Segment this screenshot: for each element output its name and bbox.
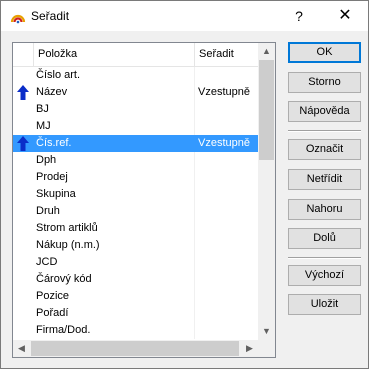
list-item[interactable]: Pozice [13, 288, 258, 305]
row-item-label: Firma/Dod. [36, 324, 91, 336]
list-item[interactable]: Firma/Dod. [13, 322, 258, 339]
header-sort-label: Seřadit [199, 48, 234, 60]
list-item[interactable]: Skupina [13, 186, 258, 203]
storno-button[interactable]: Storno [288, 72, 361, 93]
vertical-scroll-thumb[interactable] [259, 60, 274, 160]
row-item-label: Čárový kód [36, 273, 92, 285]
list-item[interactable]: Název Vzestupně [13, 84, 258, 101]
row-marker [13, 305, 33, 322]
scroll-left-icon[interactable]: ◀ [13, 340, 30, 357]
list-header: Položka Seřadit [13, 43, 258, 67]
row-item-label: Pořadí [36, 307, 69, 319]
row-marker [13, 135, 33, 152]
vertical-scrollbar[interactable]: ▲ ▼ [258, 43, 275, 340]
ulozit-button[interactable]: Uložit [288, 294, 361, 315]
help-button[interactable]: ? [276, 1, 322, 31]
row-item-label: Nákup (n.m.) [36, 239, 100, 251]
nahoru-button[interactable]: Nahoru [288, 199, 361, 220]
header-marker-column[interactable] [13, 43, 34, 66]
scroll-right-icon[interactable]: ▶ [241, 340, 258, 357]
scroll-up-icon[interactable]: ▲ [258, 43, 275, 60]
napoveda-button[interactable]: Nápověda [288, 101, 361, 122]
list-item[interactable]: Druh [13, 203, 258, 220]
app-logo-icon [10, 14, 26, 24]
list-item[interactable]: Čís.ref. Vzestupně [13, 135, 258, 152]
list-item[interactable]: Čárový kód [13, 271, 258, 288]
oznacit-button[interactable]: Označit [288, 139, 361, 160]
scrollbar-corner [258, 340, 275, 357]
list-item[interactable]: Pořadí [13, 305, 258, 322]
list-item[interactable]: Dph [13, 152, 258, 169]
list-item[interactable]: Číslo art. [13, 67, 258, 84]
horizontal-scroll-thumb[interactable] [31, 341, 239, 356]
list-item[interactable]: Nákup (n.m.) [13, 237, 258, 254]
netridit-button[interactable]: Netřídit [288, 169, 361, 190]
row-item-label: Prodej [36, 171, 68, 183]
close-button[interactable]: ✕ [322, 1, 368, 31]
row-marker [13, 169, 33, 186]
row-item-label: Strom artiklů [36, 222, 98, 234]
list-item[interactable]: Strom artiklů [13, 220, 258, 237]
row-marker [13, 67, 33, 84]
row-item-label: BJ [36, 103, 49, 115]
window-title: Seřadit [31, 9, 70, 23]
vychozi-button[interactable]: Výchozí [288, 265, 361, 286]
list-item[interactable]: BJ [13, 101, 258, 118]
row-marker [13, 186, 33, 203]
sort-items-list[interactable]: Položka Seřadit Číslo art. Název Vzestupně… [12, 42, 276, 358]
header-item-label: Položka [38, 48, 78, 60]
header-item[interactable]: Položka [34, 43, 195, 66]
row-marker [13, 101, 33, 118]
dolu-button[interactable]: Dolů [288, 228, 361, 249]
row-item-label: Dph [36, 154, 57, 166]
row-marker [13, 254, 33, 271]
horizontal-scrollbar[interactable]: ◀ ▶ [13, 340, 258, 357]
row-marker [13, 237, 33, 254]
row-marker [13, 84, 33, 101]
button-separator [288, 130, 361, 132]
scroll-down-icon[interactable]: ▼ [258, 323, 275, 340]
row-item-label: Číslo art. [36, 69, 81, 81]
list-item[interactable]: MJ [13, 118, 258, 135]
sort-ascending-arrow-icon [17, 136, 29, 151]
row-item-label: Druh [36, 205, 60, 217]
button-separator [288, 257, 361, 259]
row-item-label: Skupina [36, 188, 76, 200]
row-marker [13, 203, 33, 220]
row-marker [13, 322, 33, 339]
list-item[interactable]: JCD [13, 254, 258, 271]
sort-dialog: Seřadit ? ✕ Položka Seřadit Číslo art. Ná… [0, 0, 369, 369]
row-marker [13, 288, 33, 305]
row-item-label: JCD [36, 256, 58, 268]
list-rows: Číslo art. Název Vzestupně BJ MJ Čís.ref. Vzes… [13, 67, 258, 339]
row-item-label: Název [36, 86, 68, 98]
header-sort[interactable]: Seřadit [195, 43, 257, 66]
sort-ascending-arrow-icon [17, 85, 29, 100]
row-sort-value: Vzestupně [198, 86, 250, 98]
row-marker [13, 220, 33, 237]
row-marker [13, 118, 33, 135]
row-sort-value: Vzestupně [198, 137, 250, 149]
row-marker [13, 152, 33, 169]
row-marker [13, 271, 33, 288]
row-item-label: Čís.ref. [36, 137, 72, 149]
ok-button[interactable]: OK [288, 42, 361, 63]
list-item[interactable]: Prodej [13, 169, 258, 186]
row-item-label: MJ [36, 120, 51, 132]
row-item-label: Pozice [36, 290, 70, 302]
title-bar: Seřadit ? ✕ [1, 1, 368, 31]
